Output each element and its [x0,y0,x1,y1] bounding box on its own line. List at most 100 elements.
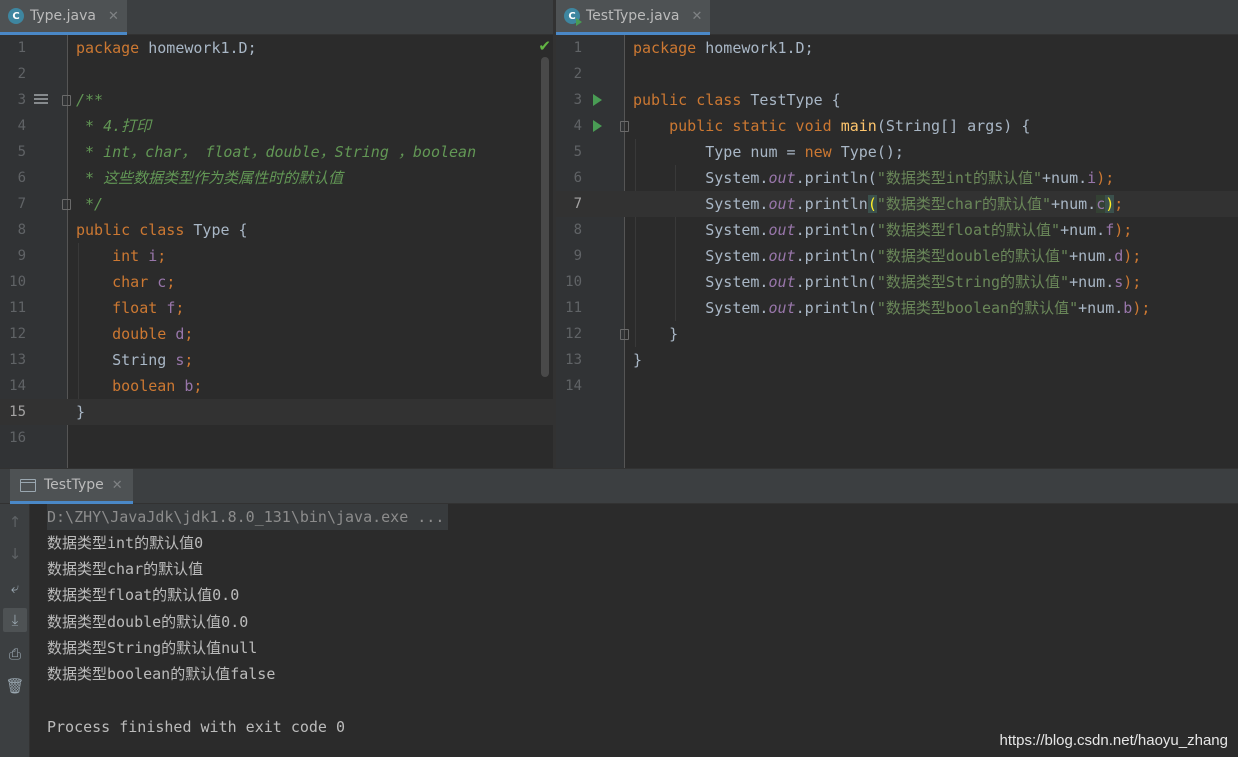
doc-render-icon[interactable] [34,94,48,106]
trash-icon[interactable]: 🗑 [3,674,27,698]
right-code-editor[interactable]: 1 package homework1.D; 2 3 public class Te… [556,35,1238,468]
keyword: package [633,39,697,57]
soft-wrap-icon[interactable]: ⤶ [3,576,27,600]
line-number: 5 [573,144,582,160]
line-number: 4 [573,118,582,134]
comment: * 4.打印 [76,117,152,135]
fold-icon[interactable] [620,121,629,132]
keyword: boolean [112,377,176,395]
code-line: 6 System.out.println("数据类型int的默认值"+num.i… [556,165,1238,191]
code-line: 13 String s; [0,347,553,373]
run-icon[interactable] [593,120,602,132]
fold-icon[interactable] [62,199,71,210]
code-text: +num. [1051,195,1097,213]
static-field: out [768,299,796,317]
code-line: 14 [556,373,1238,399]
keyword: int [112,247,140,265]
string-literal: "数据类型char的默认值" [876,195,1052,213]
code-line: 6 * 这些数据类型作为类属性时的默认值 [0,165,553,191]
code-line: 1 package homework1.D; [556,35,1238,61]
line-number: 11 [565,300,582,316]
code-text: ); [1096,169,1115,187]
code-line: 14 boolean b; [0,373,553,399]
code-line: 9 System.out.println("数据类型double的默认值"+nu… [556,243,1238,269]
string-literal: "数据类型int的默认值" [876,169,1042,187]
watermark-text: https://blog.csdn.net/haoyu_zhang [999,732,1228,749]
code-text: } [76,403,86,421]
fold-icon[interactable] [62,95,71,106]
string-literal: "数据类型float的默认值" [876,221,1061,239]
line-number: 12 [565,326,582,342]
comment: * 这些数据类型作为类属性时的默认值 [76,169,344,187]
console-line: 数据类型boolean的默认值false [47,665,276,683]
fold-icon[interactable] [620,329,629,340]
code-text: System. [705,273,769,291]
code-line: 4 * 4.打印 [0,113,553,139]
close-icon[interactable]: ✕ [108,9,119,24]
code-line: 9 int i; [0,243,553,269]
field: i [1087,169,1097,187]
field: c [157,273,167,291]
tab-label: Type.java [30,8,96,24]
console-line: 数据类型String的默认值null [47,639,258,657]
code-line: 13} [556,347,1238,373]
run-icon[interactable] [593,94,602,106]
line-number: 13 [565,352,582,368]
code-line: 10 char c; [0,269,553,295]
code-text: .println( [795,221,877,239]
close-icon[interactable]: ✕ [112,478,123,493]
line-number: 10 [9,274,26,290]
scroll-to-end-icon[interactable]: ⤓ [3,608,27,632]
string-literal: "数据类型boolean的默认值" [876,299,1079,317]
code-text: homework1.D; [139,39,257,57]
console-output[interactable]: D:\ZHY\JavaJdk\jdk1.8.0_131\bin\java.exe… [31,504,1238,757]
left-editor-pane: C Type.java ✕ ✔ 1 package homework1.D; 2 … [0,0,553,468]
console-line: 数据类型int的默认值0 [47,534,204,552]
code-text: ); [1123,273,1142,291]
code-line: 11 System.out.println("数据类型boolean的默认值"+… [556,295,1238,321]
code-text: } [633,351,643,369]
static-field: out [768,221,796,239]
code-line: 7 */ [0,191,553,217]
print-icon[interactable]: ⎙ [3,642,27,666]
keyword: double [112,325,167,343]
field: b [1123,299,1133,317]
static-field: out [768,247,796,265]
static-field: out [768,273,796,291]
code-line: 8 public class Type { [0,217,553,243]
code-line: 2 [0,61,553,87]
line-number: 10 [565,274,582,290]
field: c [1096,195,1106,213]
code-text: .println( [795,169,877,187]
tab-run-testtype[interactable]: TestType ✕ [10,469,133,504]
left-code-editor[interactable]: ✔ 1 package homework1.D; 2 3/** 4 * 4.打印 … [0,35,553,468]
code-line: 10 System.out.println("数据类型String的默认值"+n… [556,269,1238,295]
static-field: out [768,195,796,213]
up-arrow-icon[interactable]: ↑ [3,510,27,534]
line-number: 3 [573,92,582,108]
code-text: System. [705,299,769,317]
code-text: +num. [1042,169,1088,187]
code-text: ); [1123,247,1142,265]
down-arrow-icon[interactable]: ↓ [3,542,27,566]
code-line: 12 } [556,321,1238,347]
line-number: 4 [17,118,26,134]
right-editor-pane: C TestType.java ✕ 1 package homework1.D; … [556,0,1238,468]
code-line: 1 package homework1.D; [0,35,553,61]
field: f [166,299,176,317]
line-number: 16 [9,430,26,446]
keyword: float [112,299,158,317]
line-number: 7 [573,196,582,212]
line-number: 3 [17,92,26,108]
run-tab-bar: TestType ✕ [0,469,1238,504]
code-text: ); [1114,221,1133,239]
code-text: +num. [1069,273,1115,291]
line-number: 15 [9,404,26,420]
comment: /** [76,91,104,109]
code-text: System. [705,195,769,213]
tab-testtype-java[interactable]: C TestType.java ✕ [556,0,711,35]
line-number: 5 [17,144,26,160]
keyword: public static void [669,117,832,135]
close-icon[interactable]: ✕ [692,9,703,24]
tab-type-java[interactable]: C Type.java ✕ [0,0,127,35]
